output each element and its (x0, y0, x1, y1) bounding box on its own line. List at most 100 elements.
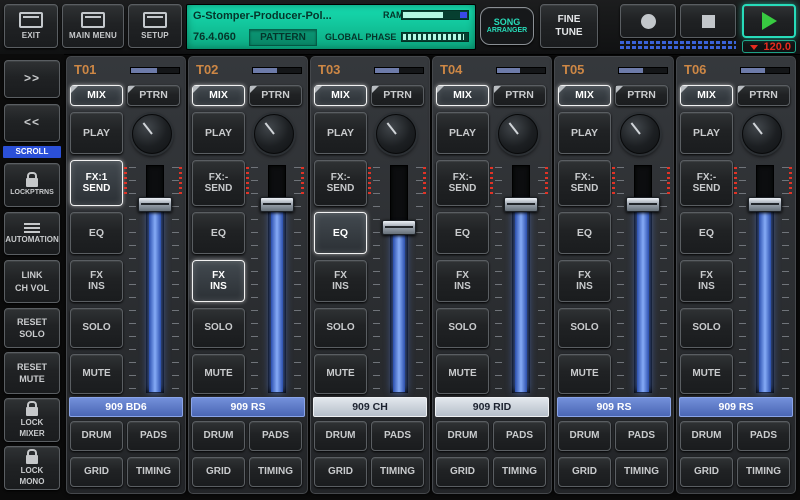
strip-play-button[interactable]: PLAY (70, 112, 123, 154)
record-button[interactable] (620, 4, 676, 38)
mute-button[interactable]: MUTE (436, 354, 489, 394)
volume-fader[interactable] (493, 161, 547, 397)
grid-button[interactable]: GRID (314, 457, 367, 487)
pan-knob[interactable] (498, 114, 538, 154)
link-channel-volume-button[interactable]: LINK CH VOL (4, 260, 60, 303)
fx-send-button[interactable]: FX:- SEND (314, 160, 367, 206)
eq-button[interactable]: EQ (70, 212, 123, 254)
strip-play-button[interactable]: PLAY (558, 112, 611, 154)
mute-button[interactable]: MUTE (70, 354, 123, 394)
pads-button[interactable]: PADS (371, 421, 424, 451)
mute-button[interactable]: MUTE (314, 354, 367, 394)
volume-fader[interactable] (737, 161, 791, 397)
eq-button[interactable]: EQ (192, 212, 245, 254)
main-menu-button[interactable]: MAIN MENU (62, 4, 124, 48)
fx-ins-button[interactable]: FX INS (436, 260, 489, 302)
pads-button[interactable]: PADS (737, 421, 790, 451)
solo-button[interactable]: SOLO (558, 308, 611, 348)
volume-fader[interactable] (371, 161, 425, 397)
ptrn-button[interactable]: PTRN (249, 85, 302, 106)
timing-button[interactable]: TIMING (493, 457, 546, 487)
tempo-display[interactable]: 120.0 (742, 40, 796, 53)
solo-button[interactable]: SOLO (436, 308, 489, 348)
fader-handle[interactable] (748, 197, 782, 212)
mix-button[interactable]: MIX (192, 85, 245, 106)
fader-handle[interactable] (382, 220, 416, 235)
fader-handle[interactable] (626, 197, 660, 212)
pan-knob[interactable] (742, 114, 782, 154)
strip-play-button[interactable]: PLAY (436, 112, 489, 154)
pan-knob[interactable] (620, 114, 660, 154)
ptrn-button[interactable]: PTRN (127, 85, 180, 106)
eq-button[interactable]: EQ (558, 212, 611, 254)
fx-send-button[interactable]: FX:- SEND (436, 160, 489, 206)
drum-button[interactable]: DRUM (314, 421, 367, 451)
volume-fader[interactable] (127, 161, 181, 397)
play-transport-button[interactable] (742, 4, 796, 38)
sample-name-bar[interactable]: 909 RID (435, 397, 549, 417)
drum-button[interactable]: DRUM (436, 421, 489, 451)
volume-fader[interactable] (249, 161, 303, 397)
mix-button[interactable]: MIX (70, 85, 123, 106)
pan-knob[interactable] (254, 114, 294, 154)
scroll-back-button[interactable]: << (4, 104, 60, 142)
fx-ins-button[interactable]: FX INS (192, 260, 245, 302)
fine-tune-button[interactable]: FINE TUNE (540, 4, 598, 48)
eq-button[interactable]: EQ (436, 212, 489, 254)
drum-button[interactable]: DRUM (70, 421, 123, 451)
volume-fader[interactable] (615, 161, 669, 397)
mute-button[interactable]: MUTE (680, 354, 733, 394)
ptrn-button[interactable]: PTRN (737, 85, 790, 106)
mix-button[interactable]: MIX (558, 85, 611, 106)
fx-ins-button[interactable]: FX INS (680, 260, 733, 302)
pads-button[interactable]: PADS (249, 421, 302, 451)
eq-button[interactable]: EQ (680, 212, 733, 254)
fx-send-button[interactable]: FX:- SEND (192, 160, 245, 206)
solo-button[interactable]: SOLO (70, 308, 123, 348)
fader-handle[interactable] (260, 197, 294, 212)
pan-knob[interactable] (376, 114, 416, 154)
timing-button[interactable]: TIMING (249, 457, 302, 487)
fader-handle[interactable] (138, 197, 172, 212)
solo-button[interactable]: SOLO (192, 308, 245, 348)
fx-ins-button[interactable]: FX INS (558, 260, 611, 302)
timing-button[interactable]: TIMING (737, 457, 790, 487)
fx-ins-button[interactable]: FX INS (314, 260, 367, 302)
drum-button[interactable]: DRUM (192, 421, 245, 451)
pads-button[interactable]: PADS (127, 421, 180, 451)
eq-button[interactable]: EQ (314, 212, 367, 254)
strip-play-button[interactable]: PLAY (314, 112, 367, 154)
fx-ins-button[interactable]: FX INS (70, 260, 123, 302)
ptrn-button[interactable]: PTRN (371, 85, 424, 106)
scroll-forward-button[interactable]: >> (4, 60, 60, 98)
sample-name-bar[interactable]: 909 RS (557, 397, 671, 417)
timing-button[interactable]: TIMING (371, 457, 424, 487)
sample-name-bar[interactable]: 909 RS (191, 397, 305, 417)
solo-button[interactable]: SOLO (314, 308, 367, 348)
lock-mixer-button[interactable]: LOCK MIXER (4, 398, 60, 442)
fx-send-button[interactable]: FX:1 SEND (70, 160, 123, 206)
mix-button[interactable]: MIX (314, 85, 367, 106)
lcd-pattern-mode[interactable]: PATTERN (249, 29, 317, 46)
automation-button[interactable]: AUTOMATION (4, 212, 60, 255)
lock-patterns-button[interactable]: LOCKPTRNS (4, 163, 60, 207)
sample-name-bar[interactable]: 909 RS (679, 397, 793, 417)
grid-button[interactable]: GRID (558, 457, 611, 487)
strip-play-button[interactable]: PLAY (192, 112, 245, 154)
setup-button[interactable]: SETUP (128, 4, 182, 48)
reset-solo-button[interactable]: RESET SOLO (4, 308, 60, 348)
pan-knob[interactable] (132, 114, 172, 154)
timing-button[interactable]: TIMING (615, 457, 668, 487)
pads-button[interactable]: PADS (615, 421, 668, 451)
mix-button[interactable]: MIX (436, 85, 489, 106)
fx-send-button[interactable]: FX:- SEND (680, 160, 733, 206)
timing-button[interactable]: TIMING (127, 457, 180, 487)
sample-name-bar[interactable]: 909 CH (313, 397, 427, 417)
pads-button[interactable]: PADS (493, 421, 546, 451)
drum-button[interactable]: DRUM (558, 421, 611, 451)
solo-button[interactable]: SOLO (680, 308, 733, 348)
fx-send-button[interactable]: FX:- SEND (558, 160, 611, 206)
reset-mute-button[interactable]: RESET MUTE (4, 352, 60, 394)
ptrn-button[interactable]: PTRN (493, 85, 546, 106)
grid-button[interactable]: GRID (192, 457, 245, 487)
